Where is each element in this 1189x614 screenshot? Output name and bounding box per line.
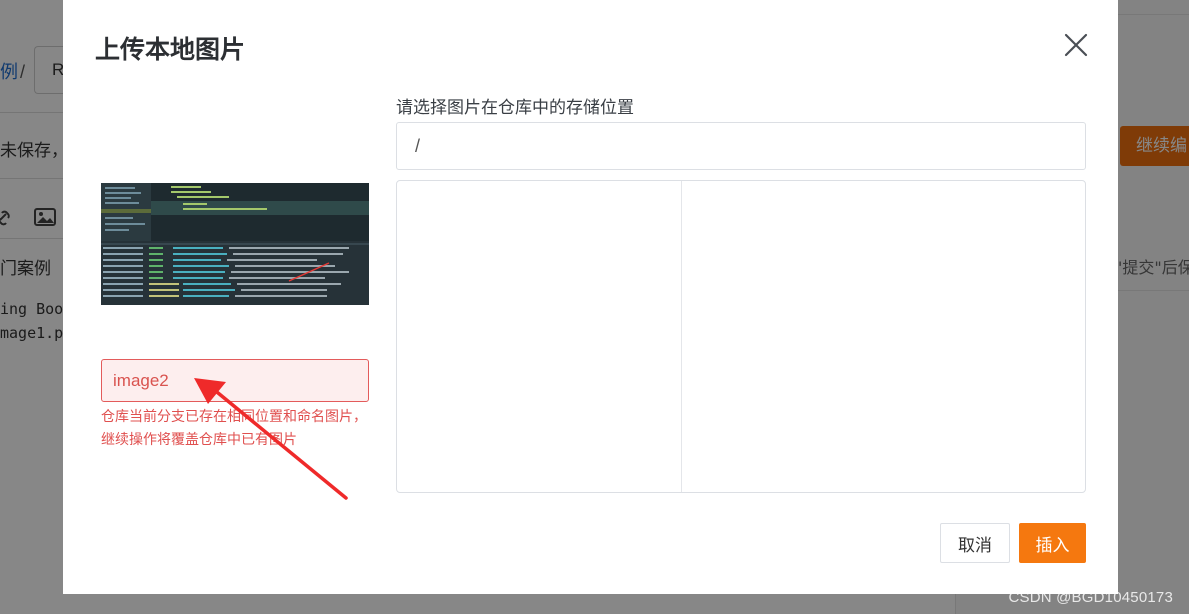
directory-browser bbox=[396, 180, 1086, 493]
dialog-title: 上传本地图片 bbox=[95, 35, 246, 64]
upload-image-dialog: 上传本地图片 image2 仓库当前分支已存在相同位置和命名图片，继续操作将覆盖… bbox=[63, 0, 1118, 594]
image-preview bbox=[101, 183, 369, 305]
close-icon[interactable] bbox=[1063, 32, 1089, 58]
directory-column-left[interactable] bbox=[397, 181, 682, 492]
path-label: 请选择图片在仓库中的存储位置 bbox=[396, 98, 634, 118]
image-name-input[interactable] bbox=[101, 359, 369, 402]
storage-path-input[interactable] bbox=[396, 122, 1086, 170]
image-name-error: 仓库当前分支已存在相同位置和命名图片，继续操作将覆盖仓库中已有图片 bbox=[101, 409, 367, 448]
directory-column-right[interactable] bbox=[682, 181, 1085, 492]
insert-button[interactable]: 插入 bbox=[1019, 523, 1086, 563]
cancel-button[interactable]: 取消 bbox=[940, 523, 1010, 563]
